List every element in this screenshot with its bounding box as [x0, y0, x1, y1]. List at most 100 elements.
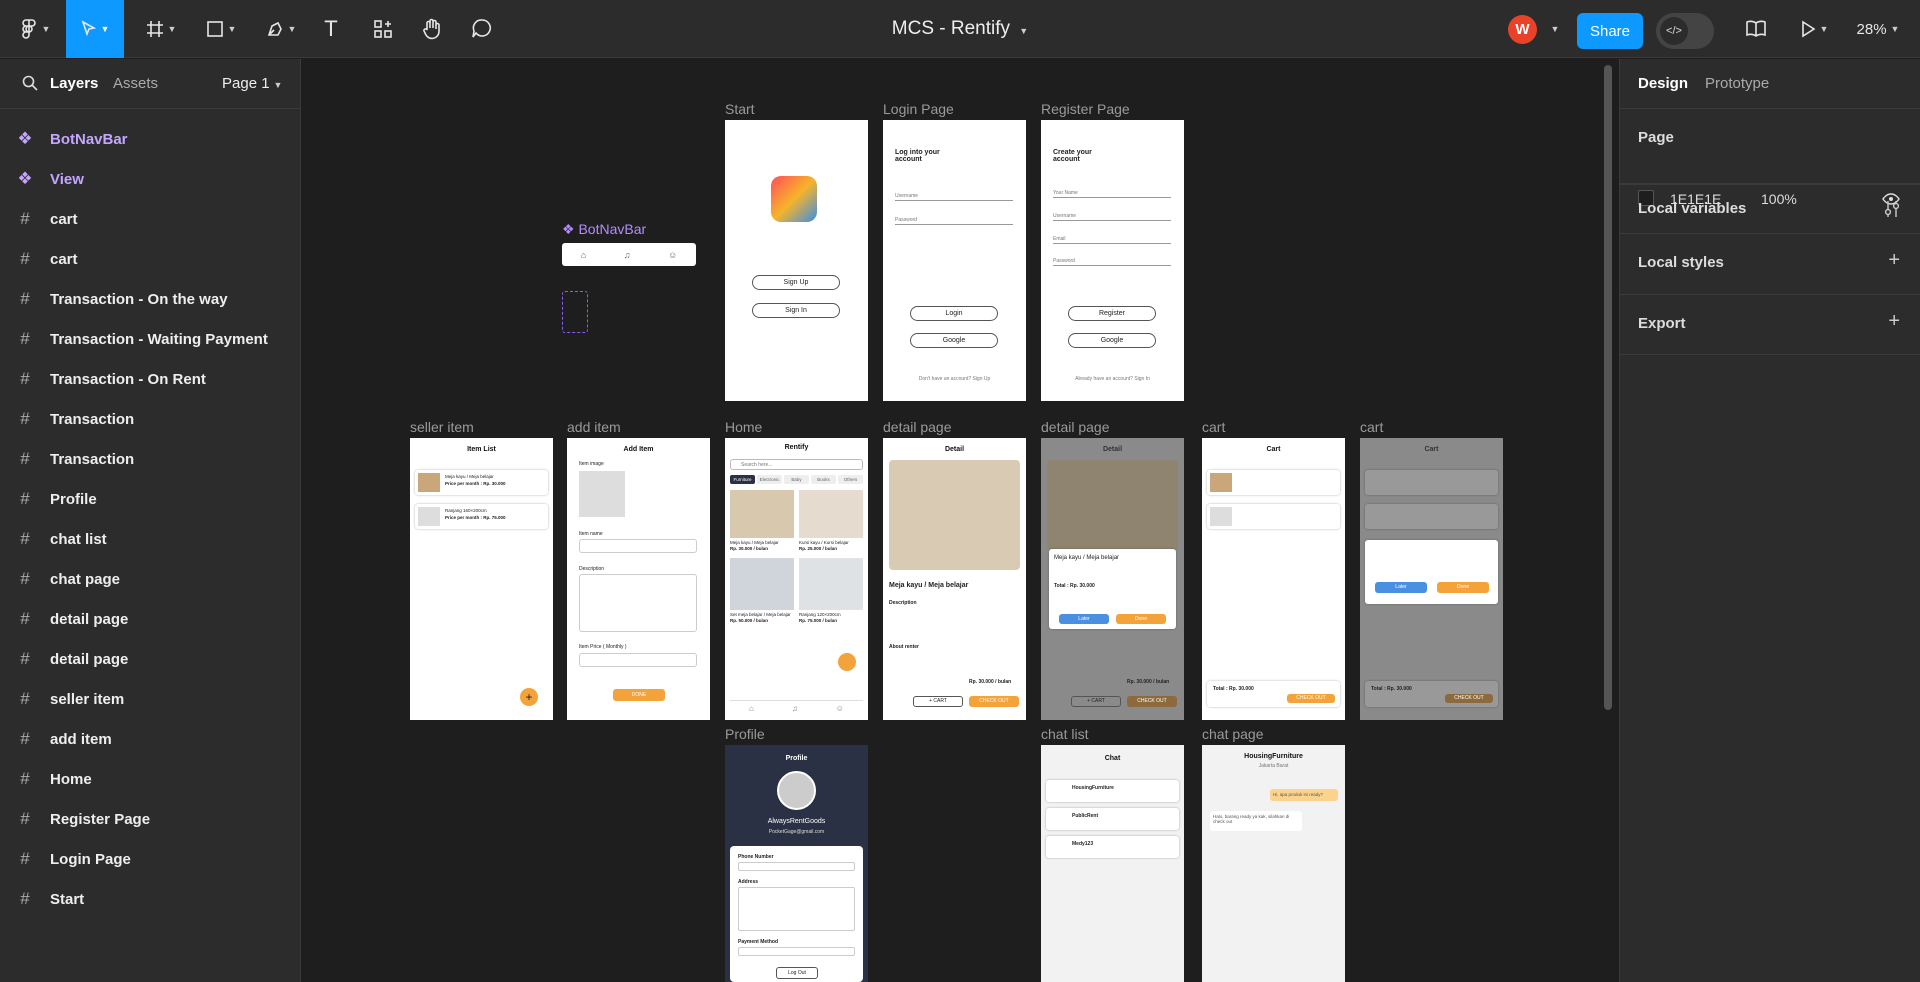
frame-home[interactable]: Rentify Search here... Furniture Electron…: [725, 438, 868, 720]
share-button[interactable]: Share: [1577, 13, 1643, 49]
frame-detail-2[interactable]: Detail Meja kayu / Meja belajar Total : …: [1041, 438, 1184, 720]
page-selector[interactable]: Page 1 ▼: [222, 75, 282, 92]
frame-label-add-item[interactable]: add item: [567, 419, 621, 435]
present-button[interactable]: ▼: [1794, 0, 1834, 58]
add-export-icon[interactable]: +: [1888, 310, 1900, 333]
add-style-icon[interactable]: +: [1888, 249, 1900, 272]
done-button[interactable]: Done: [1116, 614, 1166, 624]
search-icon[interactable]: [22, 75, 38, 91]
add-to-cart-button[interactable]: + CART: [1071, 696, 1121, 707]
cart-item[interactable]: [1365, 504, 1498, 529]
layer-item[interactable]: # Register Page: [0, 799, 300, 839]
item-name-input[interactable]: [579, 539, 697, 553]
layer-item[interactable]: ❖ BotNavBar: [0, 119, 300, 159]
frame-chat-list[interactable]: Chat HousingFurniture PublicRent Medy123: [1041, 745, 1184, 982]
layer-item[interactable]: # cart: [0, 239, 300, 279]
address-field[interactable]: [738, 887, 855, 931]
later-button[interactable]: Later: [1375, 582, 1427, 593]
botnavbar-component[interactable]: ⌂ ♫ ☺: [562, 243, 696, 266]
layer-item[interactable]: # Transaction - On the way: [0, 279, 300, 319]
category-tab[interactable]: Furniture: [730, 475, 755, 484]
frame-label-start[interactable]: Start: [725, 101, 755, 117]
done-button[interactable]: Done: [1437, 582, 1489, 593]
dev-mode-toggle[interactable]: </>: [1656, 13, 1714, 49]
frame-login[interactable]: Log into your account Username Password …: [883, 120, 1026, 401]
chat-fab[interactable]: [838, 653, 856, 671]
register-name-field[interactable]: Your Name: [1053, 190, 1078, 196]
layer-item[interactable]: # Start: [0, 879, 300, 919]
tab-assets[interactable]: Assets: [113, 75, 158, 92]
add-to-cart-button[interactable]: + CART: [913, 696, 963, 707]
login-username-field[interactable]: Username: [895, 193, 918, 199]
frame-label-cart-2[interactable]: cart: [1360, 419, 1383, 435]
layer-item[interactable]: # Home: [0, 759, 300, 799]
image-placeholder-icon[interactable]: [579, 471, 625, 517]
frame-label-chat-page[interactable]: chat page: [1202, 726, 1264, 742]
signup-button[interactable]: Sign Up: [752, 275, 840, 290]
frame-label-home[interactable]: Home: [725, 419, 762, 435]
register-email-field[interactable]: Email: [1053, 236, 1066, 242]
frame-profile[interactable]: Profile AlwaysRentGoods PocketGage@gmail…: [725, 745, 868, 982]
frame-label-login[interactable]: Login Page: [883, 101, 954, 117]
tab-design[interactable]: Design: [1638, 75, 1688, 92]
layer-item[interactable]: # chat list: [0, 519, 300, 559]
category-tab[interactable]: Books: [811, 475, 836, 484]
cart-item[interactable]: [1207, 504, 1340, 529]
register-password-field[interactable]: Password: [1053, 258, 1075, 264]
layer-item[interactable]: ❖ View: [0, 159, 300, 199]
google-button[interactable]: Google: [910, 333, 998, 348]
description-input[interactable]: [579, 574, 697, 632]
frame-label-detail-2[interactable]: detail page: [1041, 419, 1110, 435]
register-username-field[interactable]: Username: [1053, 213, 1076, 219]
zoom-control[interactable]: 28% ▼: [1850, 0, 1906, 58]
chat-list-item[interactable]: PublicRent: [1046, 808, 1179, 830]
category-tab[interactable]: Others: [838, 475, 863, 484]
category-tab[interactable]: Electronic: [757, 475, 782, 484]
checkout-button[interactable]: CHECK OUT: [1127, 696, 1177, 707]
layer-item[interactable]: # Transaction: [0, 439, 300, 479]
checkout-button[interactable]: CHECK OUT: [1287, 694, 1335, 703]
frame-label-cart-1[interactable]: cart: [1202, 419, 1225, 435]
done-button[interactable]: DONE: [613, 689, 665, 701]
user-icon[interactable]: ☺: [836, 704, 844, 713]
checkout-button[interactable]: CHECK OUT: [969, 696, 1019, 707]
local-variables-label[interactable]: Local variables: [1638, 200, 1746, 217]
frame-add-item[interactable]: Add Item Item image Item name Descriptio…: [567, 438, 710, 720]
layer-item[interactable]: # detail page: [0, 599, 300, 639]
category-tab[interactable]: Baby: [784, 475, 809, 484]
layer-item[interactable]: # cart: [0, 199, 300, 239]
layer-item[interactable]: # Profile: [0, 479, 300, 519]
phone-field[interactable]: [738, 862, 855, 871]
layer-item[interactable]: # Transaction: [0, 399, 300, 439]
frame-cart-2[interactable]: Cart Later Done Total : Rp. 30.000 CHECK…: [1360, 438, 1503, 720]
chat-list-item[interactable]: Medy123: [1046, 836, 1179, 858]
library-button[interactable]: [1738, 0, 1774, 58]
bell-icon[interactable]: ♫: [792, 704, 798, 713]
layer-item[interactable]: # Login Page: [0, 839, 300, 879]
price-input[interactable]: [579, 653, 697, 667]
payment-field[interactable]: [738, 947, 855, 956]
add-item-fab[interactable]: +: [520, 688, 538, 706]
view-component-set[interactable]: [562, 291, 588, 333]
canvas-scrollbar[interactable]: [1604, 65, 1612, 710]
layer-item[interactable]: # add item: [0, 719, 300, 759]
avatar[interactable]: W: [1508, 15, 1537, 44]
home-search[interactable]: Search here...: [730, 459, 863, 470]
frame-label-profile[interactable]: Profile: [725, 726, 765, 742]
frame-seller-item[interactable]: Item List Meja kayu / Meja belajar Price…: [410, 438, 553, 720]
cart-item[interactable]: [1365, 470, 1498, 495]
botnavbar-label[interactable]: ❖ BotNavBar: [562, 221, 646, 238]
seller-item-card[interactable]: Meja kayu / Meja belajar Price per month…: [415, 470, 548, 495]
seller-item-card[interactable]: Ranjang 160×200cm Price per month : Rp. …: [415, 504, 548, 529]
layer-item[interactable]: # chat page: [0, 559, 300, 599]
chat-list-item[interactable]: HousingFurniture: [1046, 780, 1179, 802]
signin-button[interactable]: Sign In: [752, 303, 840, 318]
variables-icon[interactable]: [1884, 200, 1900, 218]
tab-prototype[interactable]: Prototype: [1705, 75, 1769, 92]
home-icon[interactable]: ⌂: [749, 704, 754, 713]
google-button[interactable]: Google: [1068, 333, 1156, 348]
layer-item[interactable]: # Transaction - Waiting Payment: [0, 319, 300, 359]
login-button[interactable]: Login: [910, 306, 998, 321]
layer-item[interactable]: # Transaction - On Rent: [0, 359, 300, 399]
layer-item[interactable]: # seller item: [0, 679, 300, 719]
